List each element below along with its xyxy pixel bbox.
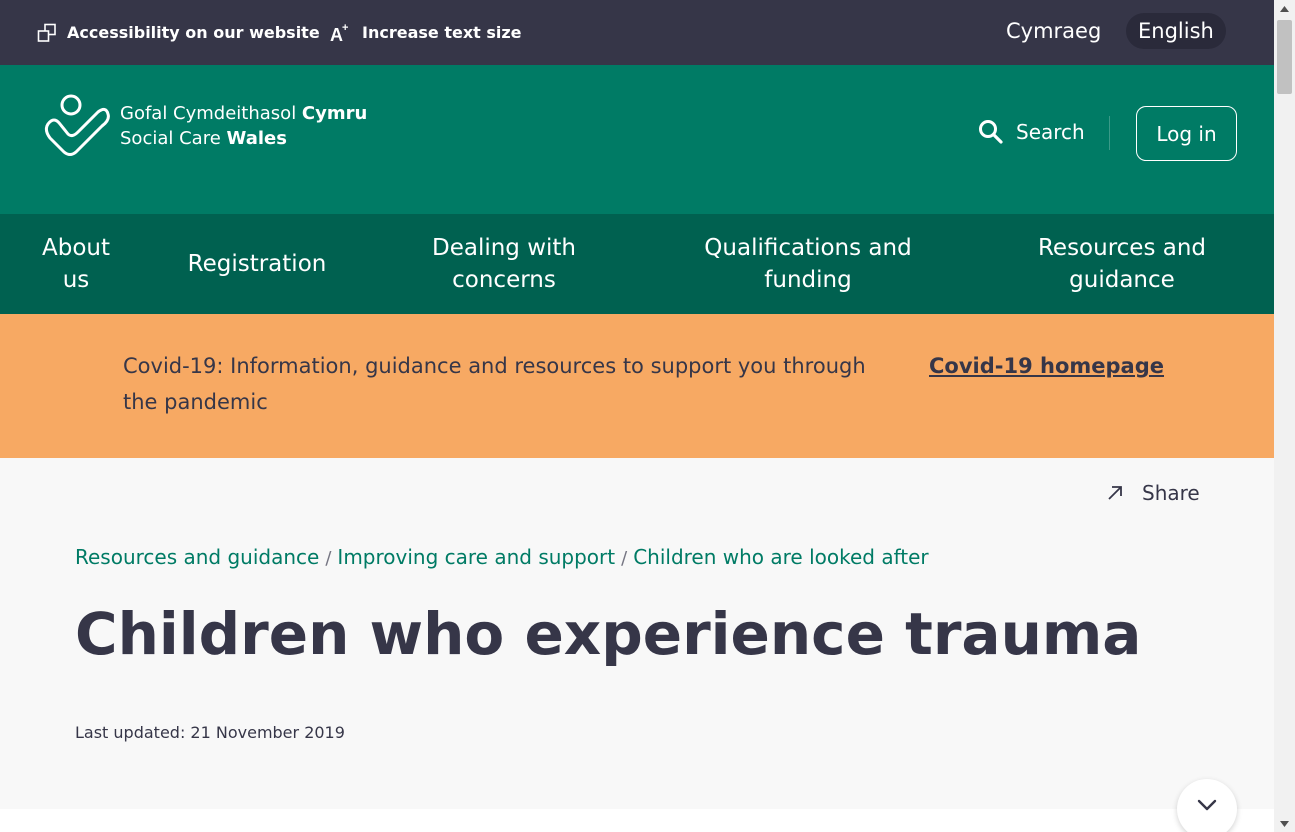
svg-text:+: +	[342, 22, 348, 34]
share-label: Share	[1142, 481, 1200, 505]
page: Accessibility on our website A + Increase…	[0, 0, 1274, 832]
logo-line1-regular: Gofal Cymdeithasol	[120, 103, 302, 124]
language-cymraeg[interactable]: Cymraeg	[994, 13, 1113, 49]
page-intro: Share Resources and guidance / Improving c…	[0, 458, 1274, 809]
breadcrumb-separator: /	[621, 548, 628, 569]
covid-banner-text: Covid-19: Information, guidance and reso…	[123, 354, 866, 414]
site-header: Gofal Cymdeithasol Cymru Social Care Wal…	[0, 65, 1274, 214]
search-button[interactable]: Search	[978, 114, 1085, 150]
breadcrumb-children-looked-after[interactable]: Children who are looked after	[633, 545, 928, 569]
nav-item-registration[interactable]: Registration	[172, 214, 342, 314]
scrollbar-thumb[interactable]	[1277, 20, 1292, 94]
covid-banner: Covid-19: Information, guidance and reso…	[0, 314, 1274, 458]
nav-item-about-us[interactable]: About us	[30, 214, 122, 314]
last-updated: Last updated: 21 November 2019	[75, 723, 345, 742]
logo-mark-icon	[44, 94, 110, 156]
accessibility-icon	[37, 23, 57, 43]
accessibility-link[interactable]: Accessibility on our website	[37, 0, 320, 65]
share-arrow-icon	[1106, 484, 1124, 502]
increase-text-size-button[interactable]: A + Increase text size	[330, 0, 522, 65]
logo-line2-regular: Social Care	[120, 128, 227, 149]
page-title: Children who experience trauma	[75, 600, 1142, 668]
increase-text-size-label: Increase text size	[362, 23, 522, 42]
breadcrumb: Resources and guidance / Improving care an…	[75, 545, 929, 569]
scroll-down-arrow-icon[interactable]	[1274, 815, 1295, 832]
chevron-down-icon	[1197, 799, 1217, 811]
nav-item-dealing-with-concerns[interactable]: Dealing with concerns	[410, 214, 598, 314]
site-logo[interactable]: Gofal Cymdeithasol Cymru Social Care Wal…	[44, 94, 367, 158]
search-icon	[978, 119, 1004, 145]
scroll-up-arrow-icon[interactable]	[1274, 0, 1295, 17]
content-area	[0, 809, 1274, 832]
breadcrumb-separator: /	[325, 548, 332, 569]
scroll-down-button[interactable]	[1177, 779, 1237, 832]
search-label: Search	[1016, 120, 1085, 144]
logo-text: Gofal Cymdeithasol Cymru Social Care Wal…	[120, 101, 367, 151]
page-scrollbar[interactable]	[1274, 0, 1295, 832]
text-size-icon: A +	[330, 22, 352, 44]
logo-line1-bold: Cymru	[301, 103, 368, 124]
language-english[interactable]: English	[1126, 13, 1226, 49]
nav-item-qualifications-and-funding[interactable]: Qualifications and funding	[690, 214, 926, 314]
breadcrumb-resources-and-guidance[interactable]: Resources and guidance	[75, 545, 319, 569]
breadcrumb-improving-care-and-support[interactable]: Improving care and support	[337, 545, 615, 569]
logo-line2-bold: Wales	[226, 128, 287, 149]
nav-item-resources-and-guidance[interactable]: Resources and guidance	[1020, 214, 1224, 314]
covid-homepage-link[interactable]: Covid-19 homepage	[929, 348, 1164, 384]
share-button[interactable]: Share	[1106, 481, 1200, 505]
accessibility-label: Accessibility on our website	[67, 23, 320, 42]
login-button[interactable]: Log in	[1136, 106, 1237, 161]
main-navigation: About us Registration Dealing with conce…	[0, 214, 1274, 314]
header-divider	[1109, 116, 1110, 150]
utility-bar: Accessibility on our website A + Increase…	[0, 0, 1274, 65]
